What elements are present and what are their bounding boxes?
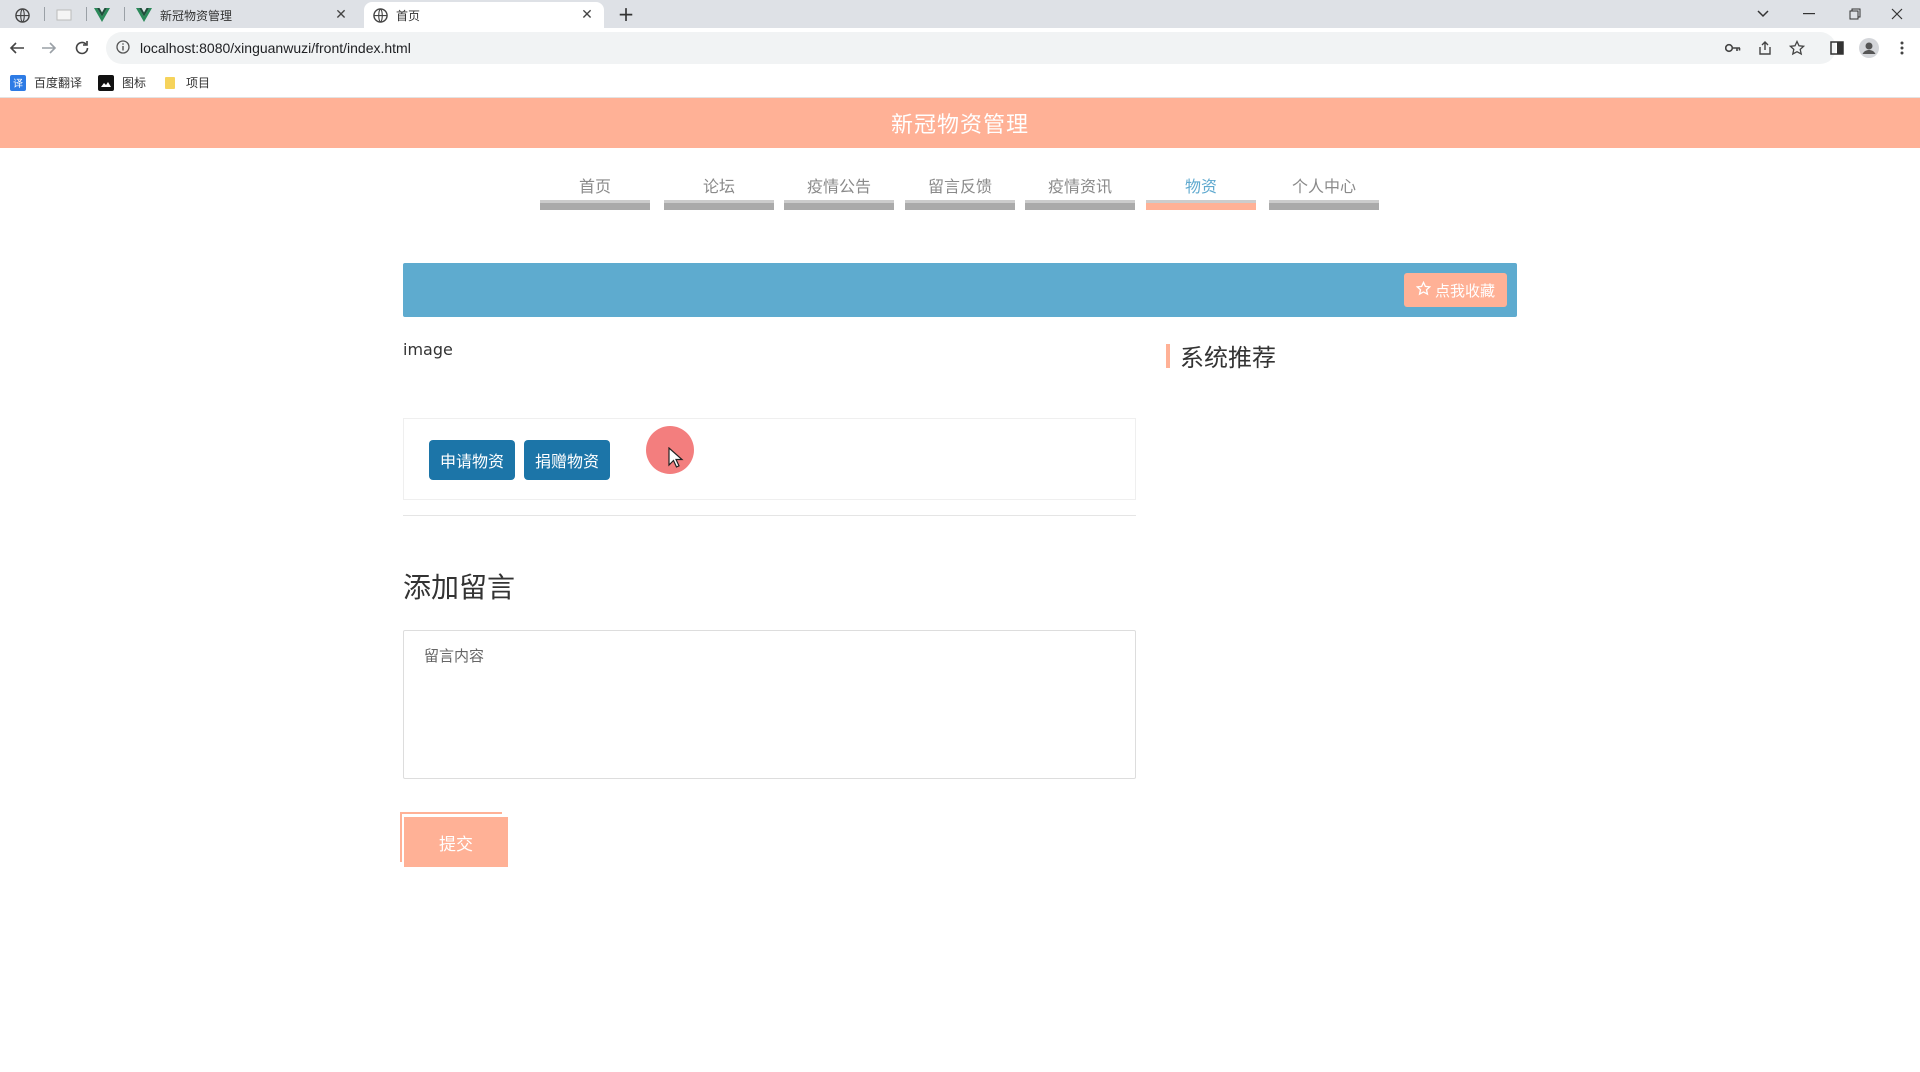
translate-icon: 译 [10, 74, 26, 91]
submit-wrapper: 提交 [400, 812, 508, 867]
section-divider [403, 515, 1136, 516]
nav-item-profile[interactable]: 个人中心 [1269, 168, 1379, 210]
detail-banner: 点我收藏 [403, 263, 1517, 317]
nav-item-forum[interactable]: 论坛 [664, 168, 774, 210]
close-tab-icon[interactable]: ✕ [578, 7, 596, 23]
nav-item-feedback[interactable]: 留言反馈 [905, 168, 1015, 210]
pinned-tab-globe[interactable] [4, 2, 40, 28]
submit-button[interactable]: 提交 [404, 817, 508, 867]
bookmark-label: 图标 [122, 76, 147, 90]
bookmark-icons[interactable]: 图标 [98, 74, 146, 91]
nav-underline [905, 200, 1015, 210]
restore-icon[interactable] [1832, 0, 1878, 28]
nav-underline [1025, 200, 1135, 210]
share-icon[interactable] [1753, 36, 1777, 60]
side-panel-icon[interactable] [1825, 36, 1849, 60]
main-nav: 首页 论坛 疫情公告 留言反馈 疫情资讯 物资 个人中心 [0, 148, 1920, 218]
globe-icon [14, 7, 30, 23]
bookmark-star-icon[interactable] [1785, 36, 1809, 60]
nav-underline-active [1146, 200, 1256, 210]
nav-item-announcement[interactable]: 疫情公告 [784, 168, 894, 210]
url-text: localhost:8080/xinguanwuzi/front/index.h… [140, 40, 411, 56]
nav-item-label: 留言反馈 [927, 177, 992, 196]
vue-logo-icon [136, 7, 152, 23]
close-tab-icon[interactable]: ✕ [332, 7, 350, 23]
pinned-tab-blank[interactable] [46, 2, 82, 28]
browser-toolbar: localhost:8080/xinguanwuzi/front/index.h… [0, 28, 1920, 68]
bookmark-project[interactable]: 项目 [162, 74, 210, 91]
minimize-icon[interactable] [1786, 0, 1832, 28]
recommend-title: 系统推荐 [1180, 344, 1276, 372]
nav-item-label: 物资 [1184, 177, 1217, 196]
bookmark-baidu-translate[interactable]: 译 百度翻译 [10, 74, 82, 91]
nav-underline [1269, 200, 1379, 210]
tab-search-icon[interactable] [1740, 0, 1786, 28]
image-icon [98, 74, 114, 91]
pinned-tab-vue[interactable] [84, 2, 120, 28]
nav-underline [784, 200, 894, 210]
nav-underline [540, 200, 650, 210]
nav-item-supplies[interactable]: 物资 [1146, 168, 1256, 210]
favorite-button[interactable]: 点我收藏 [1403, 273, 1507, 307]
reload-icon[interactable] [70, 36, 94, 60]
message-textarea[interactable] [403, 630, 1136, 779]
site-info-icon[interactable] [116, 39, 130, 58]
back-arrow-icon[interactable] [5, 36, 29, 60]
action-panel: 申请物资 捐赠物资 [403, 418, 1136, 500]
kebab-menu-icon[interactable] [1890, 36, 1914, 60]
site-title: 新冠物资管理 [890, 113, 1029, 138]
nav-underline [664, 200, 774, 210]
key-icon[interactable] [1721, 36, 1745, 60]
tab-home[interactable]: 首页 ✕ [364, 2, 604, 28]
forward-arrow-icon[interactable] [37, 36, 61, 60]
new-tab-button[interactable]: + [614, 3, 638, 27]
recommend-heading: 系统推荐 [1166, 338, 1276, 373]
broken-image: image [403, 340, 453, 359]
vue-logo-icon [94, 7, 110, 23]
close-window-icon[interactable] [1874, 0, 1920, 28]
apply-supplies-button[interactable]: 申请物资 [429, 440, 516, 480]
mouse-cursor-icon [668, 447, 684, 468]
image-alt-text: image [403, 340, 453, 359]
globe-icon [372, 7, 388, 23]
address-bar[interactable]: localhost:8080/xinguanwuzi/front/index.h… [106, 32, 1836, 64]
tab-label: 新冠物资管理 [160, 8, 233, 23]
heading-accent-bar [1166, 343, 1170, 368]
nav-item-label: 首页 [578, 177, 611, 196]
nav-item-label: 疫情资讯 [1047, 177, 1112, 196]
tab-xinguan[interactable]: 新冠物资管理 ✕ [128, 2, 358, 28]
page-icon [56, 7, 72, 23]
nav-item-label: 论坛 [702, 177, 735, 196]
bookmark-label: 百度翻译 [34, 76, 83, 90]
nav-item-home[interactable]: 首页 [540, 168, 650, 210]
site-header: 新冠物资管理 [0, 98, 1920, 148]
bookmark-label: 项目 [186, 76, 211, 90]
star-icon [1415, 280, 1432, 300]
bookmarks-bar: 译 百度翻译 图标 项目 [0, 68, 1920, 98]
nav-item-label: 个人中心 [1291, 177, 1356, 196]
browser-tab-strip: 新冠物资管理 ✕ 首页 ✕ + [0, 0, 1920, 28]
nav-item-news[interactable]: 疫情资讯 [1025, 168, 1135, 210]
profile-avatar-icon[interactable] [1857, 36, 1881, 60]
favorite-label: 点我收藏 [1434, 281, 1495, 300]
add-message-title: 添加留言 [403, 571, 516, 604]
donate-supplies-button[interactable]: 捐赠物资 [524, 440, 611, 480]
nav-item-label: 疫情公告 [806, 177, 871, 196]
tab-label: 首页 [396, 8, 421, 23]
folder-icon [162, 75, 178, 91]
